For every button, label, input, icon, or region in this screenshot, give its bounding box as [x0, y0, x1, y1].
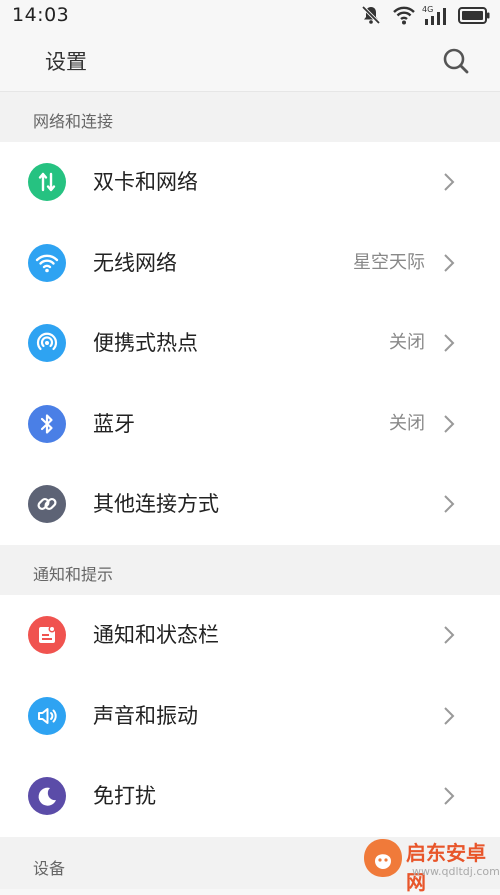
item-label: 便携式热点	[93, 331, 198, 356]
settings-item-hotspot[interactable]: 便携式热点 关闭	[0, 303, 500, 384]
bluetooth-icon	[28, 404, 66, 443]
watermark: 启东安卓网 www.qdltdj.com	[362, 835, 500, 894]
item-value: 星空天际	[353, 251, 425, 273]
hotspot-icon	[28, 324, 66, 363]
page-title: 设置	[45, 50, 87, 74]
item-label: 无线网络	[93, 250, 177, 275]
chevron-right-icon	[444, 415, 455, 433]
section-header-network: 网络和连接	[0, 92, 500, 142]
settings-item-other-connections[interactable]: 其他连接方式	[0, 464, 500, 545]
dual-sim-icon	[28, 163, 66, 202]
item-label: 声音和振动	[93, 703, 198, 728]
settings-item-notifications[interactable]: 通知和状态栏	[0, 595, 500, 676]
chevron-right-icon	[444, 334, 455, 352]
item-label: 双卡和网络	[93, 170, 198, 195]
watermark-logo-icon	[364, 839, 402, 877]
settings-item-bluetooth[interactable]: 蓝牙 关闭	[0, 384, 500, 465]
network-label: 4G	[422, 5, 433, 14]
section-header-notifications: 通知和提示	[0, 545, 500, 595]
settings-item-dual-sim[interactable]: 双卡和网络	[0, 142, 500, 223]
item-label: 免打扰	[93, 784, 156, 809]
item-label: 通知和状态栏	[93, 623, 219, 648]
link-icon	[28, 485, 66, 524]
4g-signal-icon: 4G	[422, 5, 446, 25]
item-label: 其他连接方式	[93, 492, 219, 517]
settings-header: 设置	[0, 32, 500, 92]
chevron-right-icon	[444, 707, 455, 725]
chevron-right-icon	[444, 495, 455, 513]
notifications-group: 通知和状态栏 声音和振动 免打扰	[0, 595, 500, 837]
chevron-right-icon	[444, 173, 455, 191]
status-time: 14:03	[12, 4, 70, 26]
status-bar: 14:03 4G	[0, 0, 500, 32]
settings-item-do-not-disturb[interactable]: 免打扰	[0, 756, 500, 837]
item-value: 关闭	[389, 332, 425, 354]
section-title: 网络和连接	[33, 112, 114, 131]
section-title: 通知和提示	[33, 565, 114, 584]
notification-icon	[28, 616, 66, 655]
chevron-right-icon	[444, 254, 455, 272]
moon-icon	[28, 777, 66, 816]
notifications-off-icon	[361, 5, 381, 25]
watermark-url: www.qdltdj.com	[412, 865, 500, 878]
chevron-right-icon	[444, 626, 455, 644]
item-value: 关闭	[389, 412, 425, 434]
network-group: 双卡和网络 无线网络 星空天际 便携式热点 关闭 蓝牙 关闭 其他连接方式	[0, 142, 500, 545]
section-title: 设备	[33, 859, 66, 878]
item-label: 蓝牙	[93, 411, 135, 436]
wifi-icon	[393, 6, 415, 25]
wifi-icon	[28, 243, 66, 282]
search-icon	[443, 48, 469, 74]
search-button[interactable]	[440, 45, 472, 77]
settings-item-sound[interactable]: 声音和振动	[0, 676, 500, 757]
sound-icon	[28, 696, 66, 735]
chevron-right-icon	[444, 787, 455, 805]
settings-item-wifi[interactable]: 无线网络 星空天际	[0, 223, 500, 304]
battery-icon	[458, 7, 490, 24]
